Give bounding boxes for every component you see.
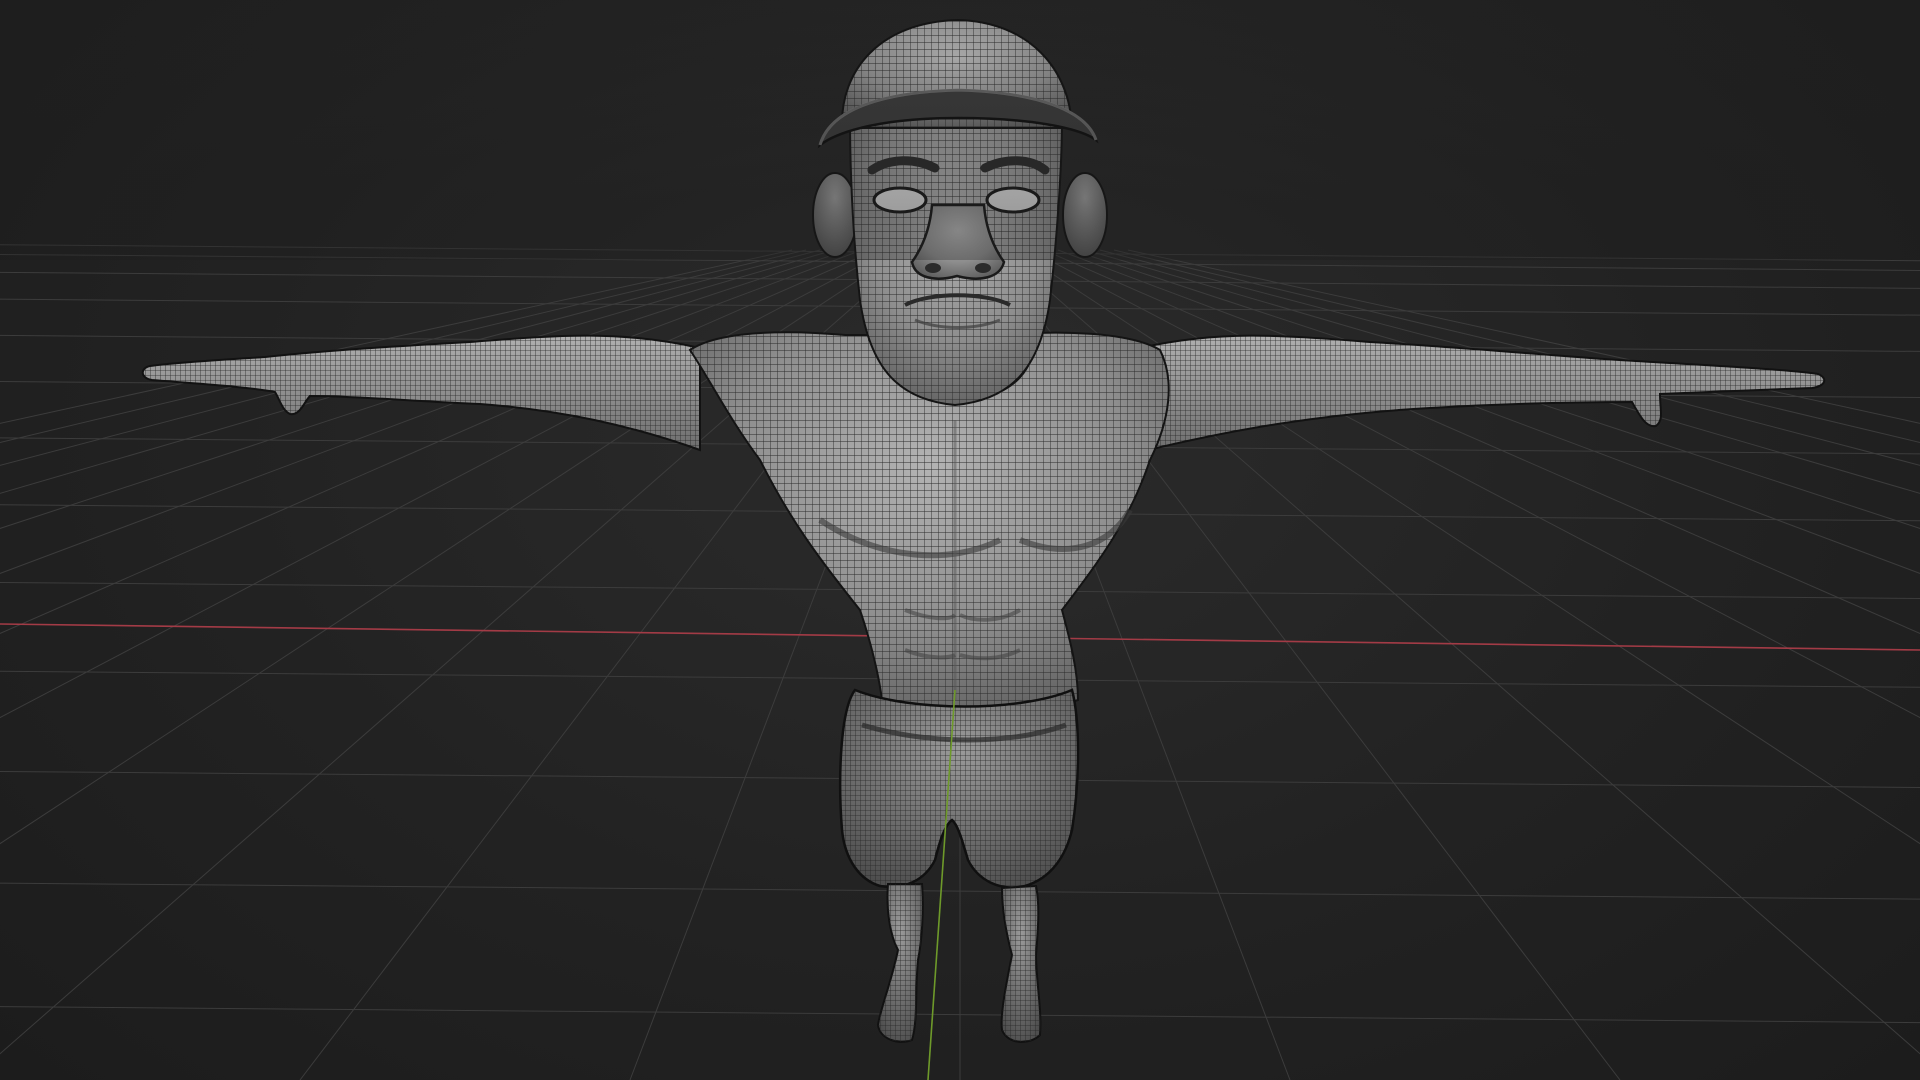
3d-viewport[interactable] [0, 0, 1920, 1080]
character-mesh[interactable] [141, 18, 1826, 1043]
left-eye [872, 186, 928, 214]
viewport-canvas[interactable] [0, 0, 1920, 1080]
right-ear [1062, 172, 1108, 258]
right-eye [985, 186, 1041, 214]
